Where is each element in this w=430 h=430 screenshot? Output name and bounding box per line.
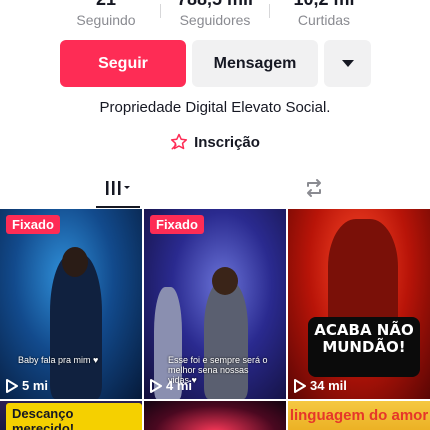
video-thumbnail[interactable]: ACABA NÃO MUNDÃO! 34 mil bbox=[288, 209, 430, 399]
tab-reposts[interactable] bbox=[284, 168, 344, 208]
video-caption: Baby fala pra mim ♥ bbox=[18, 355, 99, 365]
following-label: Seguindo bbox=[76, 12, 136, 28]
profile-actions: Seguir Mensagem bbox=[60, 40, 371, 87]
video-thumbnail[interactable] bbox=[144, 401, 286, 430]
followers-label: Seguidores bbox=[179, 12, 251, 28]
pinned-badge: Fixado bbox=[150, 215, 204, 234]
subscribe-link[interactable]: Inscrição bbox=[0, 133, 430, 151]
following-count: 21 bbox=[52, 0, 160, 9]
view-count-text: 34 mil bbox=[310, 378, 347, 393]
pinned-badge: Fixado bbox=[6, 215, 60, 234]
play-icon bbox=[294, 378, 306, 393]
subscribe-label: Inscrição bbox=[194, 133, 260, 151]
view-count: 34 mil bbox=[294, 378, 347, 393]
repost-icon bbox=[307, 179, 321, 197]
message-button[interactable]: Mensagem bbox=[192, 40, 318, 87]
active-tab-indicator bbox=[96, 206, 140, 208]
view-count: 4 mi bbox=[150, 378, 192, 393]
video-caption: linguagem do amor bbox=[289, 407, 429, 424]
videos-grid-icon bbox=[106, 181, 130, 195]
video-thumbnail[interactable]: Fixado Esse foi e sempre será o melhor s… bbox=[144, 209, 286, 399]
star-link-icon bbox=[170, 133, 188, 150]
profile-stats: 21 Seguindo 788,5 mil Seguidores 10,2 mi… bbox=[0, 0, 430, 31]
tab-videos[interactable] bbox=[88, 168, 148, 208]
video-thumbnail[interactable]: Fixado Baby fala pra mim ♥ 5 mi bbox=[0, 209, 142, 399]
likes-label: Curtidas bbox=[297, 12, 351, 28]
likes-stat: 10,2 mi Curtidas bbox=[270, 0, 378, 31]
video-caption: Descanço merecido! bbox=[6, 403, 142, 430]
profile-tabs bbox=[0, 168, 430, 208]
video-thumbnail[interactable]: linguagem do amor bbox=[288, 401, 430, 430]
video-grid: Fixado Baby fala pra mim ♥ 5 mi Fixado E… bbox=[0, 209, 430, 430]
view-count: 5 mi bbox=[6, 378, 48, 393]
following-stat[interactable]: 21 Seguindo bbox=[52, 0, 160, 31]
more-options-button[interactable] bbox=[324, 40, 371, 87]
follow-button[interactable]: Seguir bbox=[60, 40, 186, 87]
video-thumbnail[interactable]: Descanço merecido! bbox=[0, 401, 142, 430]
video-title-badge: ACABA NÃO MUNDÃO! bbox=[308, 317, 420, 377]
performer-head bbox=[62, 247, 88, 277]
view-count-text: 4 mi bbox=[166, 378, 193, 393]
caret-down-icon bbox=[341, 60, 354, 67]
likes-count: 10,2 mi bbox=[270, 0, 378, 9]
followers-stat[interactable]: 788,5 mil Seguidores bbox=[161, 0, 269, 31]
view-count-text: 5 mi bbox=[22, 378, 49, 393]
followers-count: 788,5 mil bbox=[161, 0, 269, 9]
play-icon bbox=[150, 378, 162, 393]
profile-bio: Propriedade Digital Elevato Social. bbox=[99, 99, 331, 116]
play-icon bbox=[6, 378, 18, 393]
performer-head bbox=[212, 267, 238, 295]
